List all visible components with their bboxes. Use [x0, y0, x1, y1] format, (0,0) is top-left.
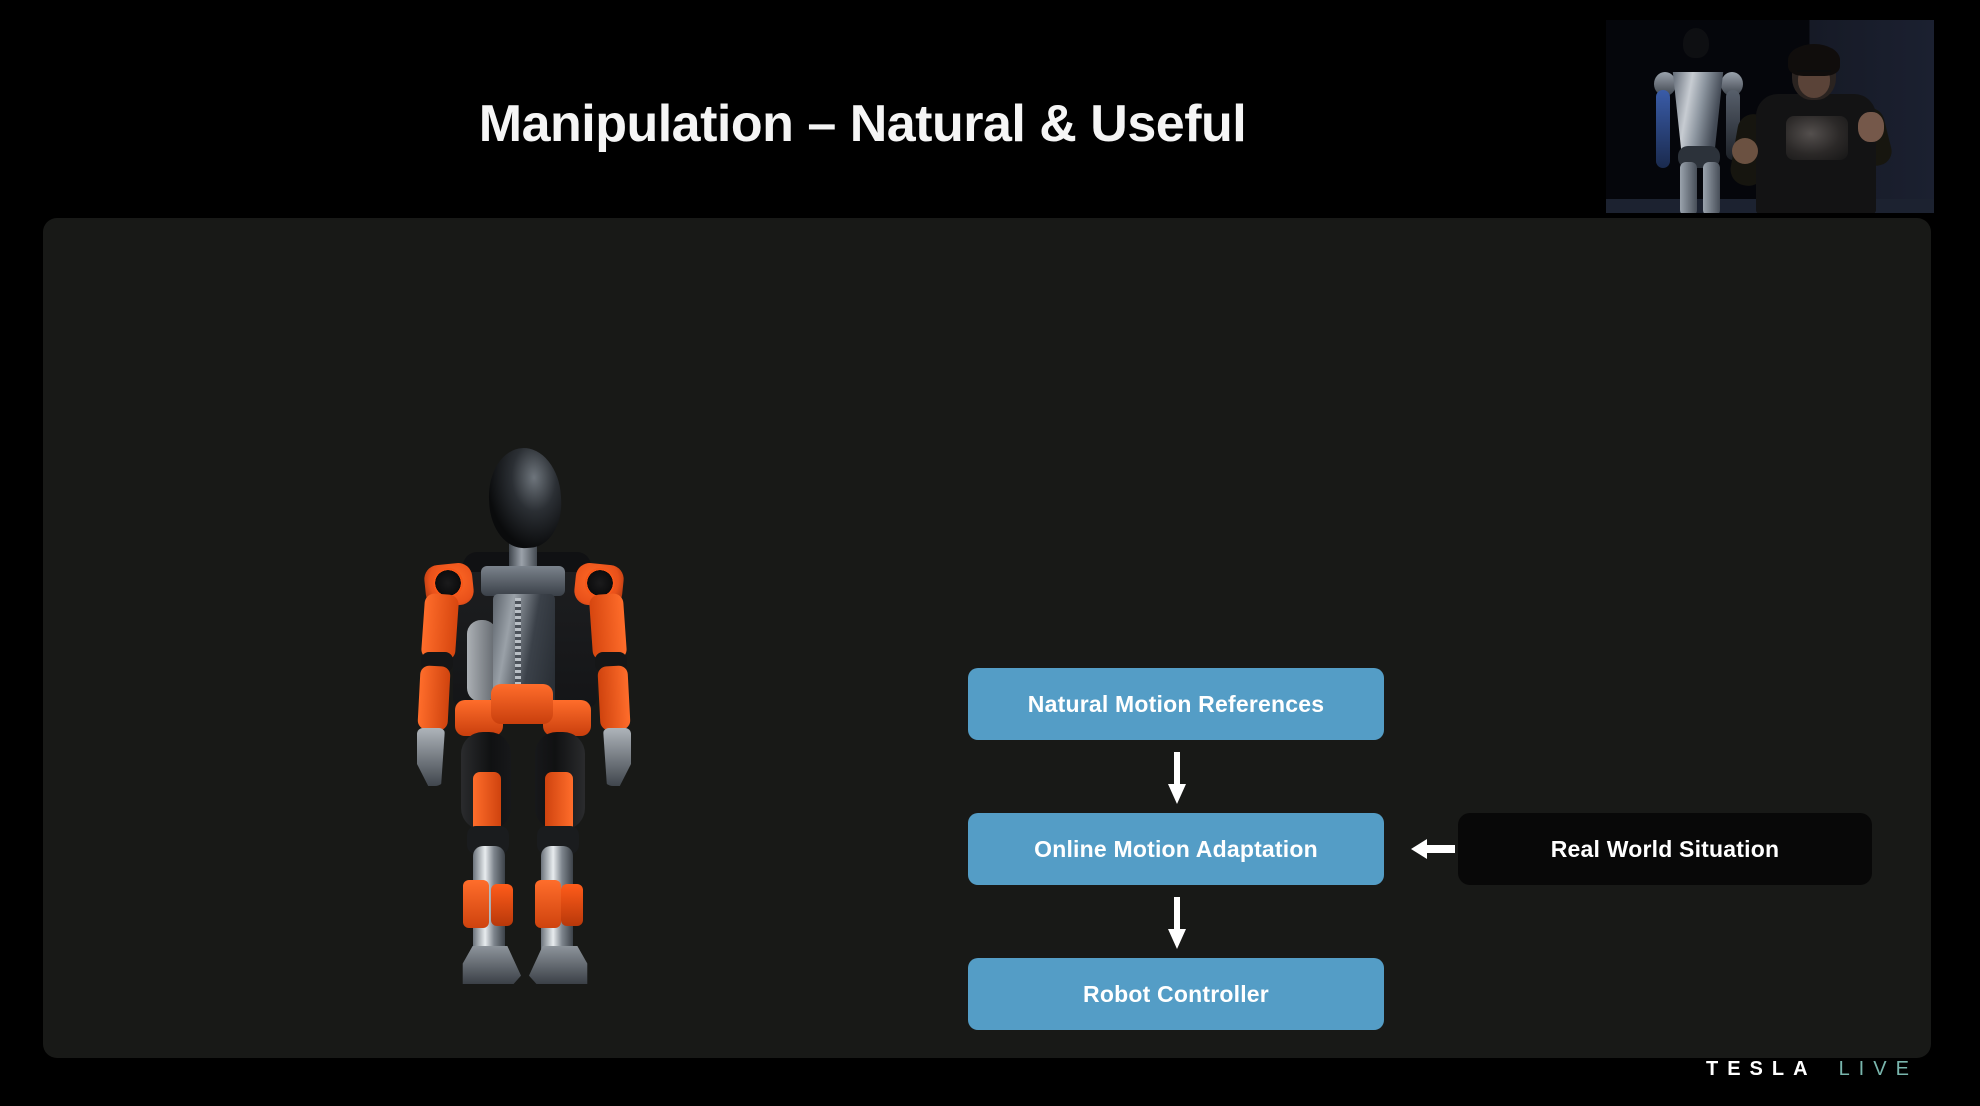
- presenter-glasses: [1797, 70, 1831, 78]
- slide-stage: Manipulation – Natural & Useful Natural …: [0, 0, 1980, 1106]
- slide-content-panel: Natural Motion References Online Motion …: [43, 218, 1931, 1058]
- presenter-hand-right: [1858, 112, 1884, 142]
- video-robot-arm-left: [1656, 90, 1670, 168]
- node-label: Online Motion Adaptation: [1034, 835, 1318, 862]
- robot-forearm-right: [597, 665, 631, 731]
- robot-hand-left: [417, 728, 445, 786]
- arrow-down-icon: [1168, 752, 1186, 804]
- node-label: Real World Situation: [1550, 835, 1780, 862]
- node-robot-controller[interactable]: Robot Controller: [968, 958, 1384, 1030]
- robot-knee-actuator-right: [545, 772, 573, 834]
- robot-foot-right: [529, 946, 588, 984]
- node-label: Robot Controller: [1083, 980, 1269, 1007]
- robot-hip-center: [491, 684, 553, 724]
- arrow-down-icon: [1168, 897, 1186, 949]
- robot-forearm-left: [417, 665, 451, 731]
- robot-hand-right: [603, 728, 631, 786]
- humanoid-robot-illustration: [363, 446, 683, 1008]
- node-label: Natural Motion References: [1027, 690, 1325, 717]
- robot-upper-arm-left: [420, 592, 460, 662]
- robot-head: [486, 446, 564, 550]
- node-real-world-situation[interactable]: Real World Situation: [1458, 813, 1872, 885]
- live-logo: LIVE: [1838, 1058, 1918, 1080]
- live-presentation-video[interactable]: [1606, 20, 1934, 213]
- robot-calf-actuator-right: [535, 880, 561, 928]
- robot-knee-actuator-left: [473, 772, 501, 834]
- branding-logos: TESLA LIVE: [1706, 1058, 1918, 1081]
- video-robot-leg-right: [1703, 162, 1720, 213]
- robot-calf-actuator-left: [463, 880, 489, 928]
- robot-upper-arm-right: [588, 592, 628, 662]
- presenter-hand-left: [1732, 138, 1758, 164]
- robot-calf-actuator-left-inner: [491, 884, 513, 926]
- robot-calf-actuator-right-inner: [561, 884, 583, 926]
- tesla-logo: TESLA: [1706, 1058, 1817, 1080]
- presenter-shirt-graphic: [1786, 116, 1848, 160]
- video-robot-head: [1683, 28, 1709, 58]
- page-title: Manipulation – Natural & Useful: [478, 95, 1247, 153]
- video-robot-leg-left: [1680, 162, 1697, 213]
- node-natural-motion-references[interactable]: Natural Motion References: [968, 668, 1384, 740]
- arrow-left-icon: [1411, 839, 1455, 859]
- robot-chest-plate: [481, 566, 565, 596]
- node-online-motion-adaptation[interactable]: Online Motion Adaptation: [968, 813, 1384, 885]
- robot-foot-left: [462, 946, 521, 984]
